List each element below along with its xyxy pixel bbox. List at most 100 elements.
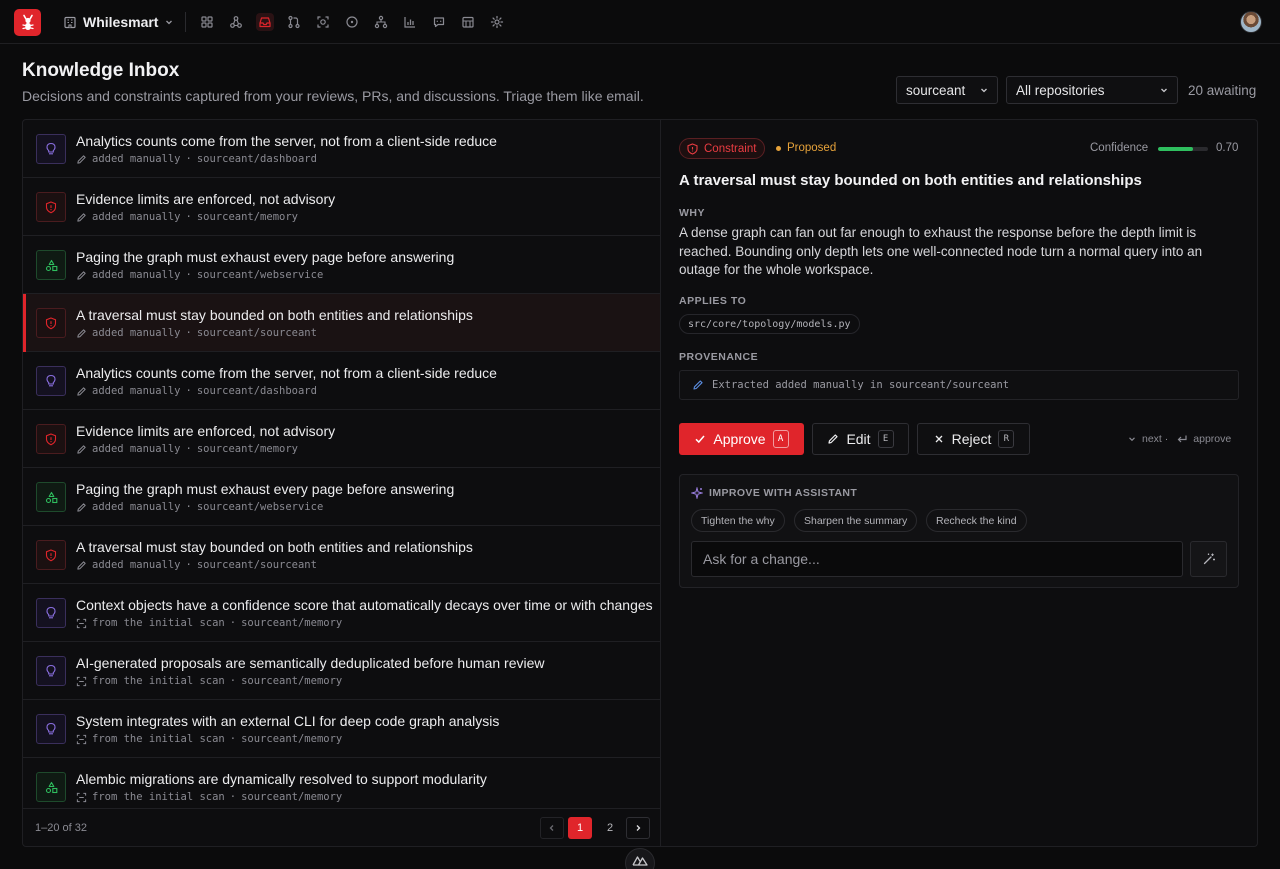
- pagination: 1–20 of 32 1 2: [23, 808, 660, 846]
- nav-divider: [185, 12, 186, 32]
- kind-icon-box: [36, 308, 66, 338]
- item-source: added manually: [92, 385, 181, 397]
- item-source: from the initial scan: [92, 617, 225, 629]
- kind-icon-box: [36, 250, 66, 280]
- inbox-item[interactable]: Analytics counts come from the server, n…: [23, 120, 660, 178]
- app-logo[interactable]: [14, 9, 41, 36]
- framework-badge[interactable]: [625, 848, 655, 869]
- pencil-icon: [693, 380, 703, 390]
- edit-button[interactable]: Edit E: [812, 423, 909, 455]
- item-repo: sourceant/memory: [241, 791, 343, 803]
- suggestion-chip-tighten-why[interactable]: Tighten the why: [691, 509, 785, 532]
- analytics-icon[interactable]: [401, 13, 419, 31]
- meta-separator: ·: [185, 443, 192, 455]
- item-meta: added manually · sourceant/webservice: [76, 501, 323, 513]
- applies-to-path[interactable]: src/core/topology/models.py: [679, 314, 860, 334]
- shapes-icon: [45, 491, 57, 503]
- item-meta: from the initial scan · sourceant/memory: [76, 617, 342, 629]
- hierarchy-icon[interactable]: [372, 13, 390, 31]
- item-meta: from the initial scan · sourceant/memory: [76, 675, 342, 687]
- item-title: Paging the graph must exhaust every page…: [76, 249, 455, 265]
- inbox-item[interactable]: Evidence limits are enforced, not adviso…: [23, 410, 660, 468]
- inbox-item[interactable]: AI-generated proposals are semantically …: [23, 642, 660, 700]
- magic-wand-icon: [1203, 553, 1215, 565]
- applies-to-label: APPLIES TO: [679, 295, 747, 307]
- suggestion-chip-sharpen-summary[interactable]: Sharpen the summary: [794, 509, 918, 532]
- inbox-item[interactable]: Analytics counts come from the server, n…: [23, 352, 660, 410]
- inbox-item[interactable]: Context objects have a confidence score …: [23, 584, 660, 642]
- inbox-item[interactable]: A traversal must stay bounded on both en…: [23, 294, 660, 352]
- settings-icon[interactable]: [488, 13, 506, 31]
- meta-separator: ·: [185, 385, 192, 397]
- item-title: Context objects have a confidence score …: [76, 597, 653, 613]
- building-icon: [64, 16, 76, 29]
- meta-separator: ·: [185, 327, 192, 339]
- shapes-icon: [45, 259, 57, 271]
- chevron-right-icon: [636, 825, 641, 831]
- item-meta: added manually · sourceant/memory: [76, 443, 298, 455]
- workspace-name: Whilesmart: [83, 14, 159, 30]
- provenance-box: Extracted added manually in sourceant/so…: [679, 370, 1239, 400]
- assistant-input[interactable]: [691, 541, 1183, 577]
- pull-request-icon[interactable]: [285, 13, 303, 31]
- graph-icon[interactable]: [227, 13, 245, 31]
- lightbulb-icon: [46, 664, 56, 677]
- page-1-button[interactable]: 1: [568, 817, 592, 839]
- approve-button[interactable]: Approve A: [679, 423, 804, 455]
- item-title: Analytics counts come from the server, n…: [76, 133, 497, 149]
- inbox-item[interactable]: Paging the graph must exhaust every page…: [23, 236, 660, 294]
- inbox-item[interactable]: Alembic migrations are dynamically resol…: [23, 758, 660, 808]
- item-title: Evidence limits are enforced, not adviso…: [76, 191, 336, 207]
- item-title: Evidence limits are enforced, not adviso…: [76, 423, 336, 439]
- workspace-switcher[interactable]: Whilesmart: [63, 12, 174, 32]
- item-meta: added manually · sourceant/dashboard: [76, 153, 317, 165]
- meta-separator: ·: [185, 559, 192, 571]
- org-select[interactable]: sourceant: [896, 76, 998, 104]
- inbox-item[interactable]: A traversal must stay bounded on both en…: [23, 526, 660, 584]
- repositories-icon[interactable]: [459, 13, 477, 31]
- inbox-item[interactable]: Evidence limits are enforced, not adviso…: [23, 178, 660, 236]
- item-title: System integrates with an external CLI f…: [76, 713, 500, 729]
- shapes-icon: [45, 781, 57, 793]
- item-title: AI-generated proposals are semantically …: [76, 655, 545, 671]
- item-source: from the initial scan: [92, 733, 225, 745]
- page-2-button[interactable]: 2: [598, 817, 622, 839]
- top-bar: Whilesmart: [0, 0, 1280, 44]
- inbox-item[interactable]: Paging the graph must exhaust every page…: [23, 468, 660, 526]
- item-meta: added manually · sourceant/sourceant: [76, 327, 317, 339]
- assistant-submit-button[interactable]: [1190, 541, 1227, 577]
- dashboard-icon[interactable]: [198, 13, 216, 31]
- suggestion-chip-recheck-kind[interactable]: Recheck the kind: [926, 509, 1027, 532]
- kind-icon-box: [36, 540, 66, 570]
- meta-separator: ·: [229, 675, 237, 687]
- item-repo: sourceant/sourceant: [196, 559, 317, 571]
- meta-separator: ·: [229, 617, 237, 629]
- inbox-item[interactable]: System integrates with an external CLI f…: [23, 700, 660, 758]
- reject-button[interactable]: Reject R: [917, 423, 1030, 455]
- item-source: from the initial scan: [92, 791, 225, 803]
- inbox-icon[interactable]: [256, 13, 274, 31]
- pencil-icon: [77, 270, 86, 280]
- reject-shortcut: R: [998, 430, 1015, 448]
- confidence-bar-fill: [1158, 147, 1193, 151]
- previous-page-button[interactable]: [540, 817, 564, 839]
- user-avatar[interactable]: [1240, 11, 1262, 33]
- scan-icon[interactable]: [314, 13, 332, 31]
- chevron-down-icon: [1129, 437, 1135, 442]
- item-title: Paging the graph must exhaust every page…: [76, 481, 455, 497]
- meta-separator: ·: [229, 733, 237, 745]
- repository-select[interactable]: All repositories: [1006, 76, 1178, 104]
- issues-icon[interactable]: [343, 13, 361, 31]
- kind-icon-box: [36, 366, 66, 396]
- next-page-button[interactable]: [626, 817, 650, 839]
- shield-icon: [45, 316, 57, 329]
- shield-icon: [45, 200, 57, 213]
- item-meta: added manually · sourceant/dashboard: [76, 385, 317, 397]
- shield-icon: [45, 548, 57, 561]
- nuxt-logo-icon: [632, 856, 648, 866]
- chat-icon[interactable]: [430, 13, 448, 31]
- why-label: WHY: [679, 207, 705, 219]
- scan-icon: [76, 676, 87, 686]
- approve-shortcut: A: [772, 430, 789, 448]
- scan-icon: [76, 734, 87, 744]
